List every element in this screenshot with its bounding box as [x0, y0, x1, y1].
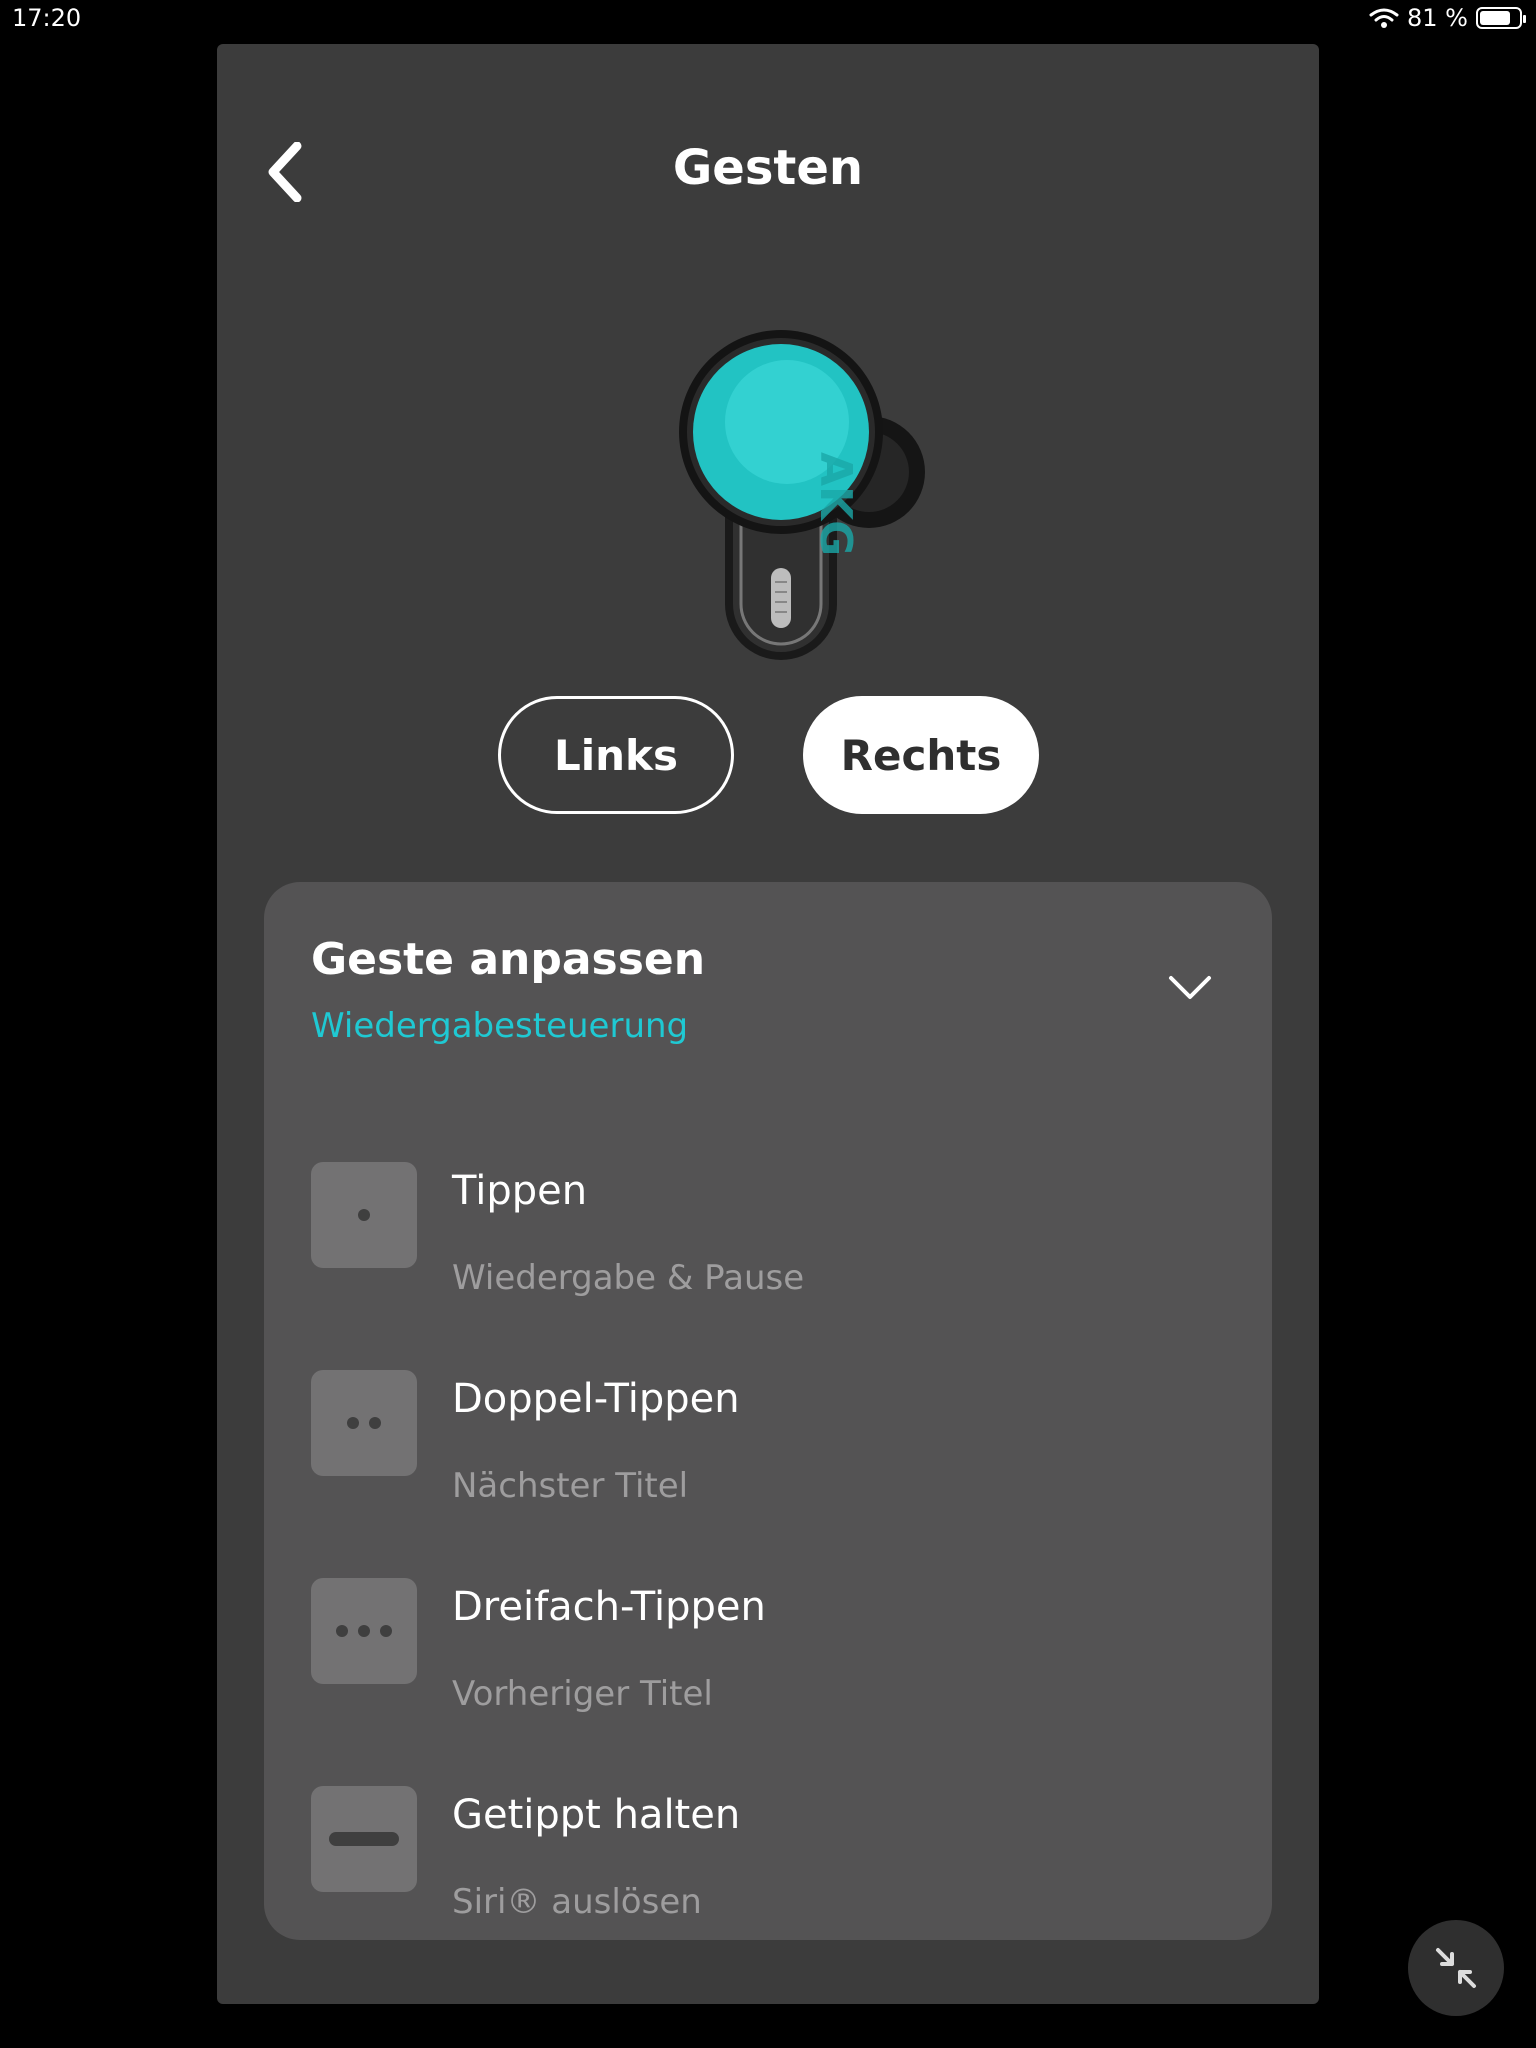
toggle-right-button[interactable]: Rechts [803, 696, 1039, 814]
card-title: Geste anpassen [311, 934, 706, 985]
gesture-label: Dreifach-Tippen [452, 1584, 766, 1630]
gesture-label: Doppel-Tippen [452, 1376, 740, 1422]
toggle-left-button[interactable]: Links [498, 696, 734, 814]
gestures-panel: Gesten AKG Links Rechts Geste anpassen W… [217, 44, 1319, 2004]
gesture-action: Nächster Titel [452, 1466, 689, 1506]
battery-percentage: 81 % [1407, 4, 1468, 32]
gesture-label: Tippen [452, 1168, 588, 1214]
gesture-row-tap[interactable]: Tippen Wiedergabe & Pause [311, 1162, 1211, 1322]
page-title: Gesten [672, 140, 864, 196]
gesture-settings-card: Geste anpassen Wiedergabesteuerung Tippe… [264, 882, 1272, 1940]
wifi-icon [1369, 8, 1399, 28]
status-time: 17:20 [12, 4, 82, 32]
gesture-row-hold[interactable]: Getippt halten Siri® auslösen [311, 1786, 1211, 1946]
double-dot-icon [311, 1370, 417, 1476]
earbud-image: AKG [679, 330, 925, 660]
triple-dot-icon [311, 1578, 417, 1684]
hold-bar-icon [311, 1786, 417, 1892]
chevron-down-icon[interactable] [1168, 974, 1212, 1002]
shrink-arrows-icon [1436, 1948, 1476, 1988]
battery-icon [1476, 7, 1526, 29]
svg-text:AKG: AKG [810, 452, 861, 556]
single-dot-icon [311, 1162, 417, 1268]
card-subtitle[interactable]: Wiedergabesteuerung [311, 1006, 688, 1046]
gesture-action: Vorheriger Titel [452, 1674, 713, 1714]
status-bar: 17:20 81 % [0, 0, 1536, 40]
gesture-action: Wiedergabe & Pause [452, 1258, 805, 1298]
status-indicators: 81 % [1369, 4, 1526, 32]
minimize-window-button[interactable] [1408, 1920, 1504, 2016]
gesture-label: Getippt halten [452, 1792, 741, 1838]
gesture-action: Siri® auslösen [452, 1882, 702, 1922]
gesture-row-double-tap[interactable]: Doppel-Tippen Nächster Titel [311, 1370, 1211, 1530]
gesture-row-triple-tap[interactable]: Dreifach-Tippen Vorheriger Titel [311, 1578, 1211, 1738]
